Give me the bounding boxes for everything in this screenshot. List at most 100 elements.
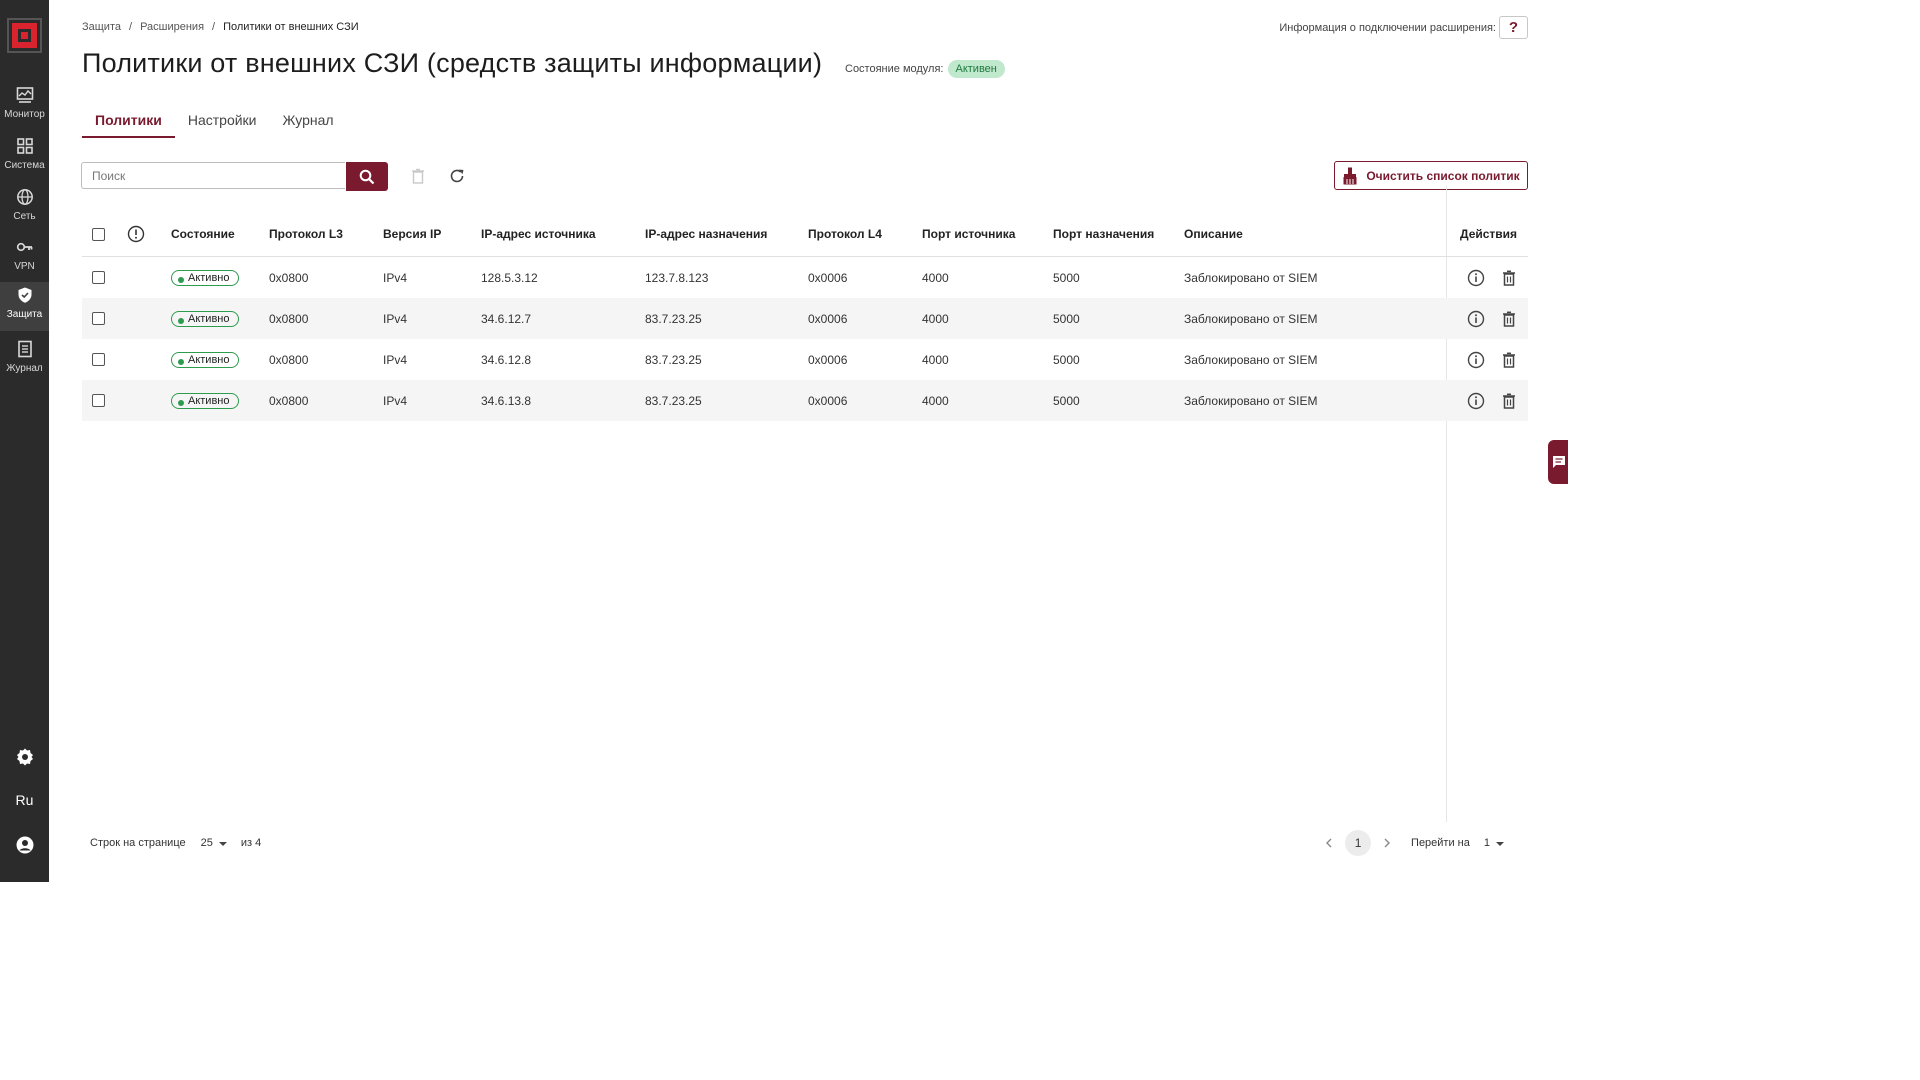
col-header-l3[interactable]: Протокол L3: [269, 227, 343, 241]
status-badge: Активно: [171, 351, 239, 368]
select-all-checkbox[interactable]: [92, 227, 105, 241]
info-icon[interactable]: [1467, 269, 1485, 287]
sidebar-item-vpn[interactable]: VPN: [0, 234, 49, 280]
module-state-label: Состояние модуля:: [845, 63, 944, 75]
module-state-badge: Активен: [947, 60, 1005, 78]
col-header-src-ip[interactable]: IP-адрес источника: [481, 227, 596, 241]
monitor-icon: [16, 87, 33, 103]
chevron-down-icon: [218, 842, 227, 846]
cell-src-port: 4000: [922, 270, 949, 285]
cell-dst-port: 5000: [1053, 393, 1080, 408]
cell-description: Заблокировано от SIEM: [1184, 352, 1318, 367]
sidebar-item-label: Журнал: [6, 363, 43, 374]
breadcrumb-protection[interactable]: Защита: [82, 21, 121, 33]
extension-info: Информация о подключении расширения: ?: [1279, 16, 1528, 39]
grid-icon: [16, 138, 33, 154]
delete-selected-icon[interactable]: [409, 167, 427, 185]
breadcrumb-separator: /: [212, 21, 216, 33]
breadcrumb-current: Политики от внешних СЗИ: [223, 21, 359, 33]
cell-ipver: IPv4: [383, 393, 408, 408]
row-checkbox[interactable]: [92, 353, 105, 366]
sidebar-item-network[interactable]: Сеть: [0, 184, 49, 230]
search-button[interactable]: [346, 162, 388, 191]
tab-policies[interactable]: Политики: [82, 106, 175, 138]
sidebar-item-monitor[interactable]: Монитор: [0, 82, 49, 128]
tab-journal[interactable]: Журнал: [270, 106, 347, 138]
cell-src-ip: 34.6.12.7: [481, 311, 532, 326]
broom-icon: [1343, 167, 1357, 184]
breadcrumb: Защита / Расширения / Политики от внешни…: [82, 21, 359, 33]
sidebar-item-journal[interactable]: Журнал: [0, 336, 49, 382]
cell-src-port: 4000: [922, 311, 949, 326]
sidebar-item-label: Система: [4, 160, 45, 171]
info-icon[interactable]: [1467, 310, 1485, 328]
rows-per-page-select[interactable]: 25: [201, 837, 229, 849]
row-checkbox[interactable]: [92, 312, 105, 325]
info-icon[interactable]: [1467, 351, 1485, 369]
key-icon: [16, 242, 32, 252]
cell-l4: 0x0006: [808, 393, 848, 408]
pagination: 1 Перейти на 1: [1323, 830, 1506, 856]
breadcrumb-separator: /: [129, 21, 133, 33]
language-switch[interactable]: Ru: [0, 792, 49, 810]
logo-icon[interactable]: [7, 18, 42, 53]
sidebar-item-system[interactable]: Система: [0, 133, 49, 179]
settings-button[interactable]: [0, 747, 49, 772]
col-header-ipver[interactable]: Версия IP: [383, 227, 441, 241]
cell-l4: 0x0006: [808, 352, 848, 367]
sidebar-item-protection[interactable]: Защита: [0, 282, 49, 331]
journal-icon: [17, 340, 32, 358]
module-state: Состояние модуля: Активен: [845, 60, 1005, 78]
sidebar: Монитор Система Сеть VPN Защита Журнал R…: [0, 0, 49, 882]
feedback-tab[interactable]: [1548, 440, 1568, 484]
delete-icon[interactable]: [1500, 310, 1518, 328]
col-header-status[interactable]: Состояние: [171, 227, 235, 241]
help-button[interactable]: ?: [1499, 16, 1528, 39]
col-header-dst-ip[interactable]: IP-адрес назначения: [645, 227, 767, 241]
search-input[interactable]: [81, 162, 345, 189]
goto-page-select[interactable]: 1: [1484, 837, 1506, 849]
cell-description: Заблокировано от SIEM: [1184, 311, 1318, 326]
extension-info-label: Информация о подключении расширения:: [1279, 21, 1496, 34]
delete-icon[interactable]: [1500, 351, 1518, 369]
clear-policies-label: Очистить список политик: [1366, 168, 1520, 183]
tabs: Политики Настройки Журнал: [82, 106, 347, 138]
next-page-icon[interactable]: [1381, 837, 1393, 849]
cell-l4: 0x0006: [808, 270, 848, 285]
table-row: Активно 0x0800 IPv4 128.5.3.12 123.7.8.1…: [82, 257, 1528, 298]
table-header: Состояние Протокол L3 Версия IP IP-адрес…: [82, 212, 1528, 257]
info-icon[interactable]: [1467, 392, 1485, 410]
cell-description: Заблокировано от SIEM: [1184, 393, 1318, 408]
cell-ipver: IPv4: [383, 311, 408, 326]
col-header-l4[interactable]: Протокол L4: [808, 227, 882, 241]
chevron-down-icon: [1496, 842, 1504, 846]
cell-src-ip: 34.6.13.8: [481, 393, 532, 408]
col-header-description[interactable]: Описание: [1184, 227, 1243, 241]
shield-icon: [18, 287, 31, 303]
col-header-dst-port[interactable]: Порт назначения: [1053, 227, 1154, 241]
row-checkbox[interactable]: [92, 271, 105, 284]
breadcrumb-extensions[interactable]: Расширения: [140, 21, 204, 33]
row-checkbox[interactable]: [92, 394, 105, 407]
status-badge: Активно: [171, 310, 239, 327]
cell-src-port: 4000: [922, 393, 949, 408]
table-row: Активно 0x0800 IPv4 34.6.12.8 83.7.23.25…: [82, 339, 1528, 380]
goto-label: Перейти на: [1411, 837, 1470, 849]
tab-settings[interactable]: Настройки: [175, 106, 270, 138]
col-header-actions: Действия: [1460, 227, 1518, 241]
delete-icon[interactable]: [1500, 269, 1518, 287]
refresh-icon[interactable]: [448, 167, 466, 185]
status-badge: Активно: [171, 269, 239, 286]
col-header-src-port[interactable]: Порт источника: [922, 227, 1015, 241]
cell-src-ip: 128.5.3.12: [481, 270, 538, 285]
cell-dst-port: 5000: [1053, 270, 1080, 285]
cell-ipver: IPv4: [383, 270, 408, 285]
prev-page-icon[interactable]: [1323, 837, 1335, 849]
delete-icon[interactable]: [1500, 392, 1518, 410]
clear-policies-button[interactable]: Очистить список политик: [1334, 161, 1528, 190]
cell-dst-ip: 83.7.23.25: [645, 352, 702, 367]
cell-dst-port: 5000: [1053, 352, 1080, 367]
language-label: Ru: [15, 792, 34, 808]
account-button[interactable]: [0, 836, 49, 859]
page-button-1[interactable]: 1: [1345, 830, 1372, 856]
